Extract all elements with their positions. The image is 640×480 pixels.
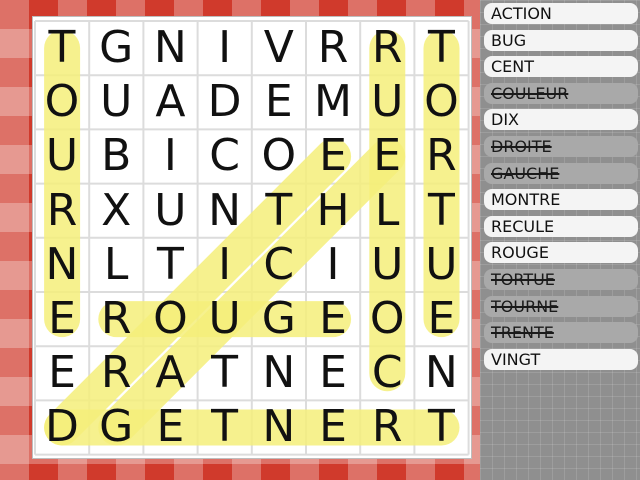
grid-cell[interactable]: N — [252, 346, 306, 400]
grid-cell[interactable]: G — [89, 400, 143, 454]
grid-cell[interactable]: C — [252, 238, 306, 292]
grid-cell[interactable]: O — [414, 75, 468, 129]
grid-cell[interactable]: N — [252, 400, 306, 454]
word-item-rouge[interactable]: ROUGE — [484, 242, 638, 264]
grid-cell[interactable]: L — [360, 184, 414, 238]
grid-cell[interactable]: E — [143, 400, 197, 454]
grid-cell[interactable]: E — [306, 129, 360, 183]
grid-cell[interactable]: I — [198, 238, 252, 292]
word-item-gauche[interactable]: GAUCHE — [484, 162, 638, 184]
grid-cell[interactable]: U — [35, 129, 89, 183]
grid-cell[interactable]: T — [198, 400, 252, 454]
grid-cell[interactable]: E — [306, 400, 360, 454]
grid-cell[interactable]: E — [252, 75, 306, 129]
grid-cell[interactable]: R — [35, 184, 89, 238]
grid-cell[interactable]: R — [414, 129, 468, 183]
grid-cell[interactable]: O — [360, 292, 414, 346]
grid-cell[interactable]: T — [414, 21, 468, 75]
grid-cell[interactable]: T — [414, 184, 468, 238]
grid-cell[interactable]: A — [143, 346, 197, 400]
grid-cell[interactable]: E — [306, 292, 360, 346]
grid-cell[interactable]: T — [198, 346, 252, 400]
grid-cell[interactable]: E — [35, 292, 89, 346]
word-item-tortue[interactable]: TORTUE — [484, 268, 638, 290]
grid-cell[interactable]: U — [198, 292, 252, 346]
word-list-panel: ACTION BUG CENT COULEUR DIX DROITE GAUCHE MONTR… — [480, 0, 640, 480]
grid-cell[interactable]: A — [143, 75, 197, 129]
grid-cell[interactable]: H — [306, 184, 360, 238]
grid-cell[interactable]: O — [143, 292, 197, 346]
grid-cell[interactable]: O — [35, 75, 89, 129]
grid-cell[interactable]: T — [252, 184, 306, 238]
word-item-action[interactable]: ACTION — [484, 3, 638, 24]
grid-cell[interactable]: E — [306, 346, 360, 400]
grid-cell[interactable]: I — [306, 238, 360, 292]
grid-cell[interactable]: N — [414, 346, 468, 400]
grid-cell[interactable]: T — [35, 21, 89, 75]
grid-cell[interactable]: N — [198, 184, 252, 238]
word-item-couleur[interactable]: COULEUR — [484, 82, 638, 104]
word-item-dix[interactable]: DIX — [484, 109, 638, 131]
grid-cell[interactable]: U — [89, 75, 143, 129]
grid-cell[interactable]: I — [143, 129, 197, 183]
grid-cell[interactable]: E — [35, 346, 89, 400]
grid-cell[interactable]: O — [252, 129, 306, 183]
grid-cell[interactable]: D — [35, 400, 89, 454]
word-item-recule[interactable]: RECULE — [484, 215, 638, 237]
grid-cell[interactable]: N — [143, 21, 197, 75]
grid-cell[interactable]: V — [252, 21, 306, 75]
grid-cell[interactable]: U — [360, 75, 414, 129]
grid-cell[interactable]: I — [198, 21, 252, 75]
word-item-bug[interactable]: BUG — [484, 29, 638, 51]
word-item-vingt[interactable]: VINGT — [484, 348, 638, 370]
grid-cell[interactable]: D — [198, 75, 252, 129]
word-item-montre[interactable]: MONTRE — [484, 189, 638, 211]
grid-cell[interactable]: U — [360, 238, 414, 292]
grid-cell[interactable]: R — [89, 292, 143, 346]
grid-cell[interactable]: N — [35, 238, 89, 292]
word-search-board: TGNIVRRTOUADEMUOUBICOEERRXUNTHLTNLTICIUU… — [32, 16, 472, 459]
grid-cell[interactable]: R — [360, 21, 414, 75]
grid-cell[interactable]: U — [143, 184, 197, 238]
word-item-droite[interactable]: DROITE — [484, 135, 638, 157]
grid-cell[interactable]: U — [414, 238, 468, 292]
word-item-trente[interactable]: TRENTE — [484, 322, 638, 344]
word-item-cent[interactable]: CENT — [484, 56, 638, 78]
grid-cell[interactable]: X — [89, 184, 143, 238]
grid-cell[interactable]: E — [414, 292, 468, 346]
grid-cell[interactable]: G — [252, 292, 306, 346]
grid-cell[interactable]: T — [414, 400, 468, 454]
grid-cell[interactable]: C — [360, 346, 414, 400]
grid-cell[interactable]: M — [306, 75, 360, 129]
grid-cell[interactable]: T — [143, 238, 197, 292]
grid-cell[interactable]: E — [360, 129, 414, 183]
word-item-tourne[interactable]: TOURNE — [484, 295, 638, 317]
letter-grid: TGNIVRRTOUADEMUOUBICOEERRXUNTHLTNLTICIUU… — [33, 17, 473, 460]
grid-cell[interactable]: L — [89, 238, 143, 292]
grid-cell[interactable]: G — [89, 21, 143, 75]
grid-cell[interactable]: R — [306, 21, 360, 75]
grid-cell[interactable]: R — [89, 346, 143, 400]
grid-cell[interactable]: R — [360, 400, 414, 454]
grid-cell[interactable]: C — [198, 129, 252, 183]
word-list: ACTION BUG CENT COULEUR DIX DROITE GAUCHE MONTR… — [484, 3, 638, 375]
grid-cell[interactable]: B — [89, 129, 143, 183]
